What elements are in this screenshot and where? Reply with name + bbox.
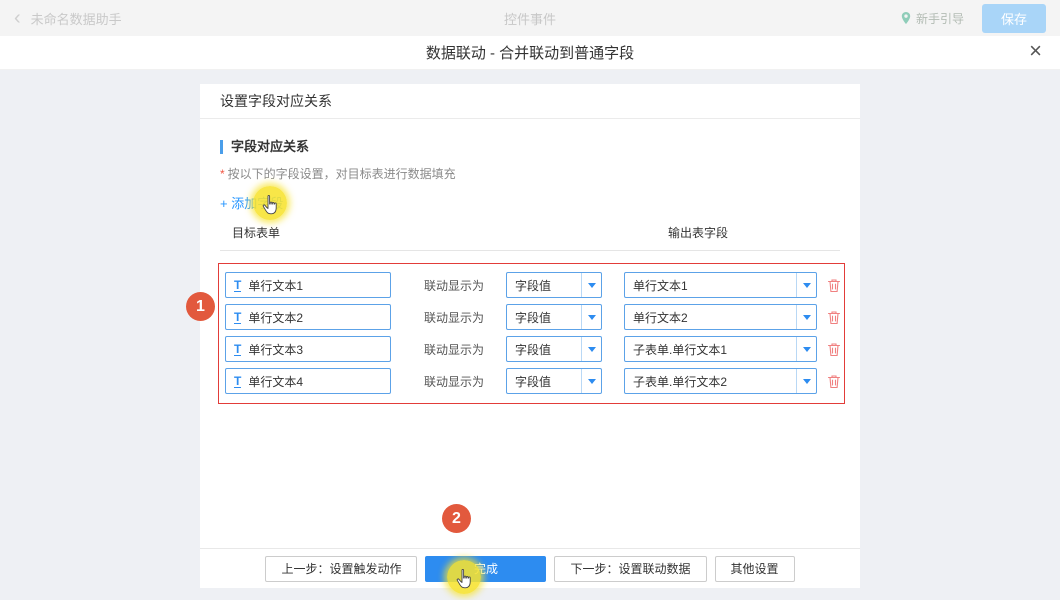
mode-value: 字段值	[507, 373, 581, 390]
mapping-row: T 单行文本1 联动显示为 字段值 单行文本1	[225, 272, 844, 298]
mode-select[interactable]: 字段值	[506, 304, 602, 330]
target-field-value: 单行文本2	[248, 309, 303, 326]
mode-select[interactable]: 字段值	[506, 336, 602, 362]
guide-pin-icon	[900, 11, 912, 25]
required-mark: *	[220, 167, 225, 181]
other-settings-button[interactable]: 其他设置	[715, 556, 795, 582]
cursor-highlight-add-field	[253, 186, 287, 220]
middle-label: 联动显示为	[424, 309, 486, 326]
target-field-input[interactable]: T 单行文本1	[225, 272, 391, 298]
delete-row-icon[interactable]	[827, 278, 841, 293]
chevron-down-icon	[796, 337, 816, 361]
output-select[interactable]: 子表单.单行文本2	[624, 368, 817, 394]
output-select[interactable]: 子表单.单行文本1	[624, 336, 817, 362]
output-value: 单行文本1	[625, 277, 796, 294]
target-field-value: 单行文本4	[248, 373, 303, 390]
target-field-input[interactable]: T 单行文本2	[225, 304, 391, 330]
save-button[interactable]: 保存	[982, 4, 1046, 33]
panel-footer: 上一步：设置触发动作 完成 下一步：设置联动数据 其他设置	[200, 548, 860, 588]
guide-link[interactable]: 新手引导	[900, 10, 964, 27]
target-field-input[interactable]: T 单行文本3	[225, 336, 391, 362]
mode-select[interactable]: 字段值	[506, 272, 602, 298]
chevron-down-icon	[581, 337, 601, 361]
rows-highlight-box: T 单行文本1 联动显示为 字段值 单行文本1 T	[218, 263, 845, 404]
target-field-value: 单行文本3	[248, 341, 303, 358]
topbar: ‹ 未命名数据助手 控件事件 新手引导 保存	[0, 0, 1060, 36]
column-output-fields: 输出表字段	[668, 224, 728, 241]
column-headers: 目标表单 输出表字段	[220, 224, 840, 251]
middle-label: 联动显示为	[424, 277, 486, 294]
delete-row-icon[interactable]	[827, 374, 841, 389]
mode-value: 字段值	[507, 309, 581, 326]
mapping-row: T 单行文本2 联动显示为 字段值 单行文本2	[225, 304, 844, 330]
text-field-icon: T	[234, 375, 241, 388]
chevron-down-icon	[581, 273, 601, 297]
output-select[interactable]: 单行文本2	[624, 304, 817, 330]
text-field-icon: T	[234, 279, 241, 292]
modal-title: 数据联动 - 合并联动到普通字段	[426, 42, 634, 63]
mode-select[interactable]: 字段值	[506, 368, 602, 394]
mode-value: 字段值	[507, 277, 581, 294]
chevron-down-icon	[796, 369, 816, 393]
mapping-row: T 单行文本3 联动显示为 字段值 子表单.单行文本1	[225, 336, 844, 362]
target-field-input[interactable]: T 单行文本4	[225, 368, 391, 394]
next-step-button[interactable]: 下一步：设置联动数据	[554, 556, 706, 582]
text-field-icon: T	[234, 343, 241, 356]
text-field-icon: T	[234, 311, 241, 324]
note: *按以下的字段设置，对目标表进行数据填充	[220, 165, 840, 182]
output-value: 子表单.单行文本1	[625, 341, 796, 358]
delete-row-icon[interactable]	[827, 342, 841, 357]
target-field-value: 单行文本1	[248, 277, 303, 294]
annotation-step-1-badge: 1	[186, 292, 215, 321]
output-select[interactable]: 单行文本1	[624, 272, 817, 298]
output-value: 单行文本2	[625, 309, 796, 326]
close-icon[interactable]: ×	[1029, 40, 1042, 62]
chevron-down-icon	[796, 305, 816, 329]
hand-cursor-icon	[456, 569, 472, 589]
guide-label: 新手引导	[916, 10, 964, 27]
back-icon[interactable]: ‹	[14, 8, 21, 28]
mode-value: 字段值	[507, 341, 581, 358]
output-value: 子表单.单行文本2	[625, 373, 796, 390]
chevron-down-icon	[581, 369, 601, 393]
column-target-form: 目标表单	[232, 226, 280, 240]
modal-header: 数据联动 - 合并联动到普通字段 ×	[0, 36, 1060, 70]
middle-label: 联动显示为	[424, 373, 486, 390]
annotation-step-2-badge: 2	[442, 504, 471, 533]
chevron-down-icon	[581, 305, 601, 329]
middle-label: 联动显示为	[424, 341, 486, 358]
prev-step-button[interactable]: 上一步：设置触发动作	[265, 556, 417, 582]
panel-header: 设置字段对应关系	[200, 84, 860, 119]
cursor-highlight-finish	[447, 560, 481, 594]
section-title: 字段对应关系	[220, 140, 840, 154]
delete-row-icon[interactable]	[827, 310, 841, 325]
assistant-title: 未命名数据助手	[31, 9, 122, 28]
note-text: 按以下的字段设置，对目标表进行数据填充	[228, 167, 456, 181]
hand-cursor-icon	[262, 195, 278, 215]
chevron-down-icon	[796, 273, 816, 297]
mapping-row: T 单行文本4 联动显示为 字段值 子表单.单行文本2	[225, 368, 844, 394]
finish-button[interactable]: 完成	[425, 556, 546, 582]
field-mapping-panel: 设置字段对应关系 字段对应关系 *按以下的字段设置，对目标表进行数据填充 + 添…	[200, 84, 860, 588]
panel-body: 字段对应关系 *按以下的字段设置，对目标表进行数据填充 + 添加字段 目标表单 …	[200, 119, 860, 404]
